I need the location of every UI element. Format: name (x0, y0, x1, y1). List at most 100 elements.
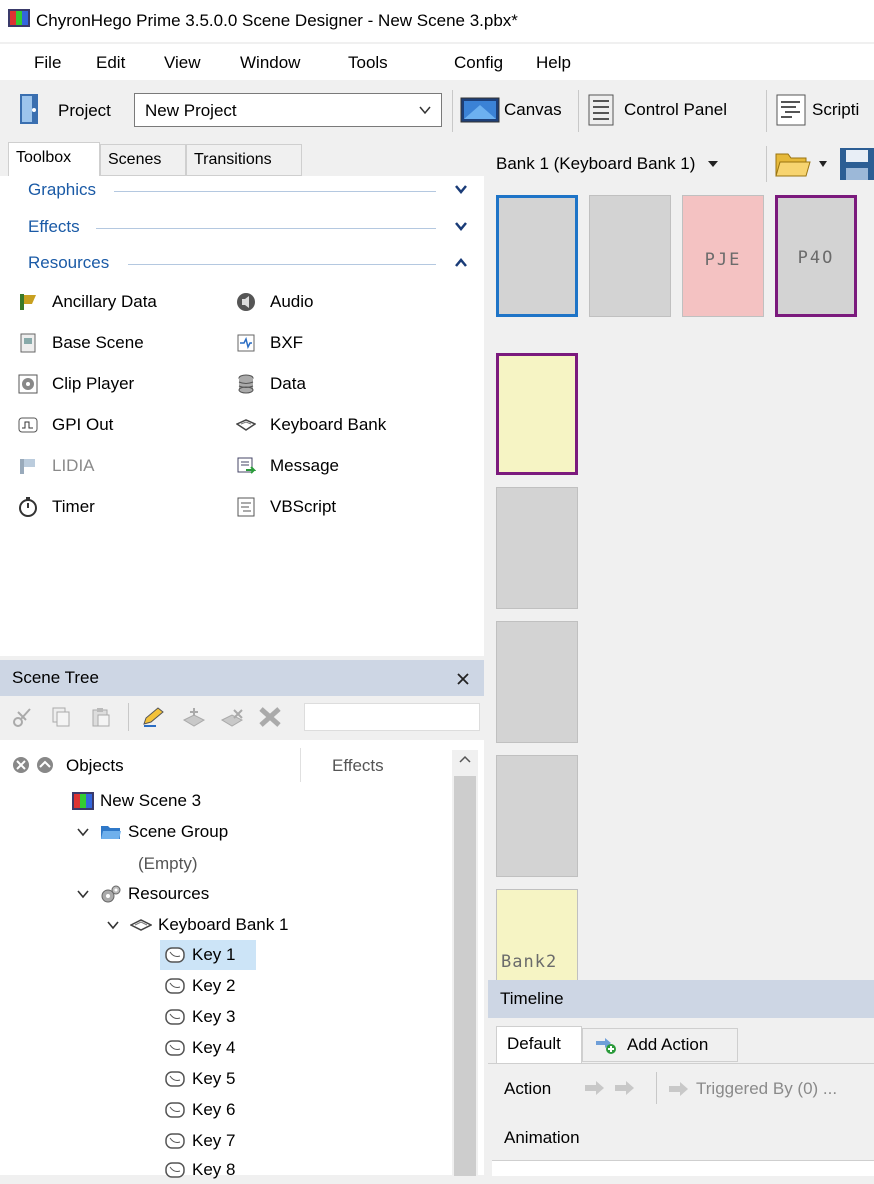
project-label: Project (58, 101, 111, 120)
tab-transitions[interactable]: Transitions (186, 144, 302, 176)
delete-icon[interactable] (258, 706, 282, 728)
chevron-down-icon[interactable] (106, 918, 120, 932)
menu-view[interactable]: View (164, 53, 201, 73)
key-slot-4[interactable]: P4O (775, 195, 857, 317)
chevron-up-icon[interactable] (458, 754, 472, 764)
tab-default[interactable]: Default (496, 1026, 582, 1064)
message-icon (237, 457, 256, 474)
caret-down-icon[interactable] (818, 160, 828, 168)
chevron-down-icon[interactable] (454, 219, 468, 233)
section-resources[interactable]: Resources (28, 253, 109, 273)
tool-data[interactable]: Data (236, 374, 306, 394)
scripting-button[interactable]: Scripti (776, 90, 859, 130)
triggered-by-button[interactable]: Triggered By (0) ... (668, 1079, 837, 1099)
arrow-right-icon[interactable] (614, 1079, 636, 1097)
tree-node-key[interactable]: Key 3 (164, 1003, 235, 1031)
tree-node-key[interactable]: Key 8 (164, 1156, 235, 1184)
tab-default-label: Default (507, 1034, 561, 1053)
expand-all-icon[interactable] (36, 756, 54, 774)
tree-node-scene-group[interactable]: Scene Group (76, 818, 228, 846)
menu-config[interactable]: Config (454, 53, 503, 73)
key-icon (165, 1102, 185, 1118)
base-scene-icon (20, 333, 36, 353)
caret-down-icon (708, 161, 719, 167)
key-slot-17[interactable] (496, 755, 578, 877)
close-icon[interactable] (456, 672, 470, 686)
canvas-button[interactable]: Canvas (460, 90, 562, 130)
scrollbar-thumb[interactable] (454, 776, 476, 1176)
tree-node-resources[interactable]: Resources (76, 880, 209, 908)
tree-node-key[interactable]: Key 7 (164, 1127, 235, 1155)
menu-tools[interactable]: Tools (348, 53, 388, 73)
add-icon[interactable] (182, 706, 206, 728)
menu-help[interactable]: Help (536, 53, 571, 73)
chevron-down-icon[interactable] (76, 887, 90, 901)
tree-node-empty: (Empty) (138, 854, 198, 873)
tree-node-keyboard-bank[interactable]: Keyboard Bank 1 (106, 911, 288, 939)
cut-icon[interactable] (12, 706, 34, 728)
section-graphics[interactable]: Graphics (28, 180, 96, 200)
objects-column-header[interactable]: Objects (66, 756, 124, 776)
bank-select[interactable]: Bank 1 (Keyboard Bank 1) (496, 150, 719, 178)
folder-icon (101, 826, 121, 839)
tool-clip-player[interactable]: Clip Player (18, 374, 134, 394)
tree-node-scene[interactable]: New Scene 3 (72, 787, 201, 815)
copy-icon[interactable] (50, 706, 72, 728)
gears-icon (101, 885, 121, 903)
key-slot-1[interactable] (496, 195, 578, 317)
key-icon (165, 1133, 185, 1149)
key-slot-9[interactable] (496, 487, 578, 609)
tab-toolbox[interactable]: Toolbox (8, 142, 100, 176)
arrow-right-icon[interactable] (584, 1079, 606, 1097)
menu-window[interactable]: Window (240, 53, 300, 73)
animation-track[interactable] (492, 1160, 874, 1176)
tab-scenes[interactable]: Scenes (100, 144, 186, 176)
key-slot-13[interactable] (496, 621, 578, 743)
key-slot-bank2[interactable]: Bank2 (496, 889, 578, 981)
scrollbar[interactable] (452, 750, 478, 1176)
menu-edit[interactable]: Edit (96, 53, 125, 73)
rename-icon[interactable] (142, 706, 166, 728)
tree-node-key[interactable]: Key 5 (164, 1065, 235, 1093)
bank-select-value: Bank 1 (Keyboard Bank 1) (496, 154, 696, 173)
control-panel-button[interactable]: Control Panel (588, 90, 727, 130)
tool-vbscript[interactable]: VBScript (236, 497, 336, 517)
tool-bxf[interactable]: BXF (236, 333, 303, 353)
chevron-up-icon[interactable] (454, 256, 468, 270)
save-icon[interactable] (836, 146, 874, 182)
tree-node-key[interactable]: Key 1 (164, 941, 235, 969)
scene-tree-search-input[interactable] (304, 703, 480, 731)
tool-label: Ancillary Data (52, 292, 157, 311)
key-icon (165, 1040, 185, 1056)
effects-column-header[interactable]: Effects (332, 756, 384, 776)
timeline-title: Timeline (500, 989, 564, 1008)
key-slot-5[interactable] (496, 353, 578, 475)
tool-base-scene[interactable]: Base Scene (18, 333, 144, 353)
collapse-all-icon[interactable] (12, 756, 30, 774)
tool-audio[interactable]: Audio (236, 292, 313, 312)
tree-node-key[interactable]: Key 2 (164, 972, 235, 1000)
key-slot-3[interactable]: PJE (682, 195, 764, 317)
tool-keyboard-bank[interactable]: Keyboard Bank (236, 415, 386, 435)
add-action-button[interactable]: Add Action (582, 1028, 738, 1062)
tree-node-key[interactable]: Key 6 (164, 1096, 235, 1124)
project-select[interactable]: New Project (134, 93, 442, 127)
section-effects[interactable]: Effects (28, 217, 80, 237)
chevron-down-icon[interactable] (76, 825, 90, 839)
tool-message[interactable]: Message (236, 456, 339, 476)
tool-gpi-out[interactable]: GPI Out (18, 415, 113, 435)
menu-file[interactable]: File (34, 53, 61, 73)
remove-icon[interactable] (220, 706, 244, 728)
tree-node-label: New Scene 3 (100, 791, 202, 810)
key-slot-2[interactable] (589, 195, 671, 317)
paste-icon[interactable] (90, 706, 112, 728)
tool-ancillary-data[interactable]: Ancillary Data (18, 292, 157, 312)
tool-lidia[interactable]: LIDIA (18, 456, 95, 476)
tool-label: VBScript (270, 497, 337, 516)
tree-node-label: Scene Group (128, 822, 229, 841)
tree-node-key[interactable]: Key 4 (164, 1034, 235, 1062)
open-folder-icon[interactable] (774, 146, 814, 182)
tool-timer[interactable]: Timer (18, 497, 95, 517)
tool-label: Audio (270, 292, 314, 311)
chevron-down-icon[interactable] (454, 182, 468, 196)
